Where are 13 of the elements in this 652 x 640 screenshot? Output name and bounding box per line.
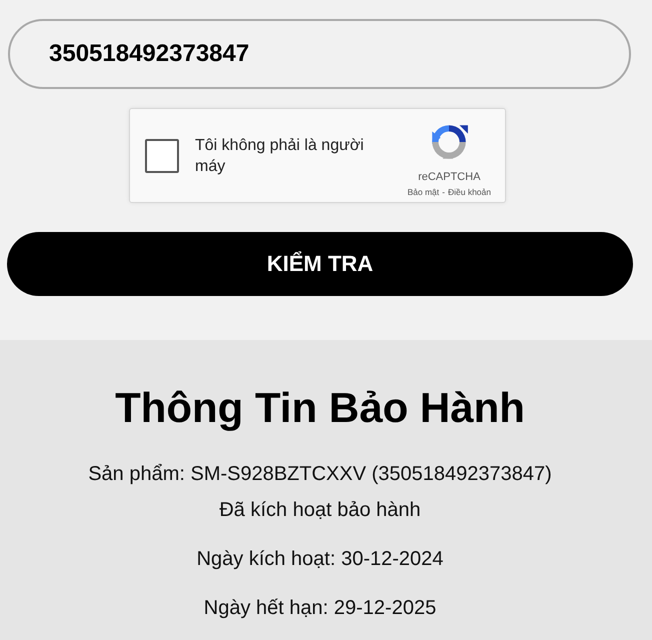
link-separator: - xyxy=(442,187,445,197)
terms-link[interactable]: Điều khoản xyxy=(448,187,491,197)
checkbox[interactable] xyxy=(145,138,179,172)
brand-label: reCAPTCHA xyxy=(418,171,480,183)
warranty-info-text: Ngày kích hoạt: 30-12-2024 xyxy=(196,547,444,572)
privacy-link[interactable]: Bảo mật xyxy=(407,187,440,197)
warranty-info-text: Ngày hết hạn: 29-12-2025 xyxy=(204,596,436,621)
check-button[interactable]: KIỂM TRA xyxy=(7,232,633,296)
warranty-info-text: Đã kích hoạt bảo hành xyxy=(219,498,421,523)
warranty-info-text: Sản phẩm: SM-S928BZTCXXV (350518492373847) xyxy=(88,462,552,487)
checkbox-label: Tôi không phải là người máy xyxy=(195,136,365,176)
search-field[interactable]: 350518492373847 xyxy=(8,19,631,89)
warranty-title: Thông Tin Bảo Hành xyxy=(115,383,525,433)
